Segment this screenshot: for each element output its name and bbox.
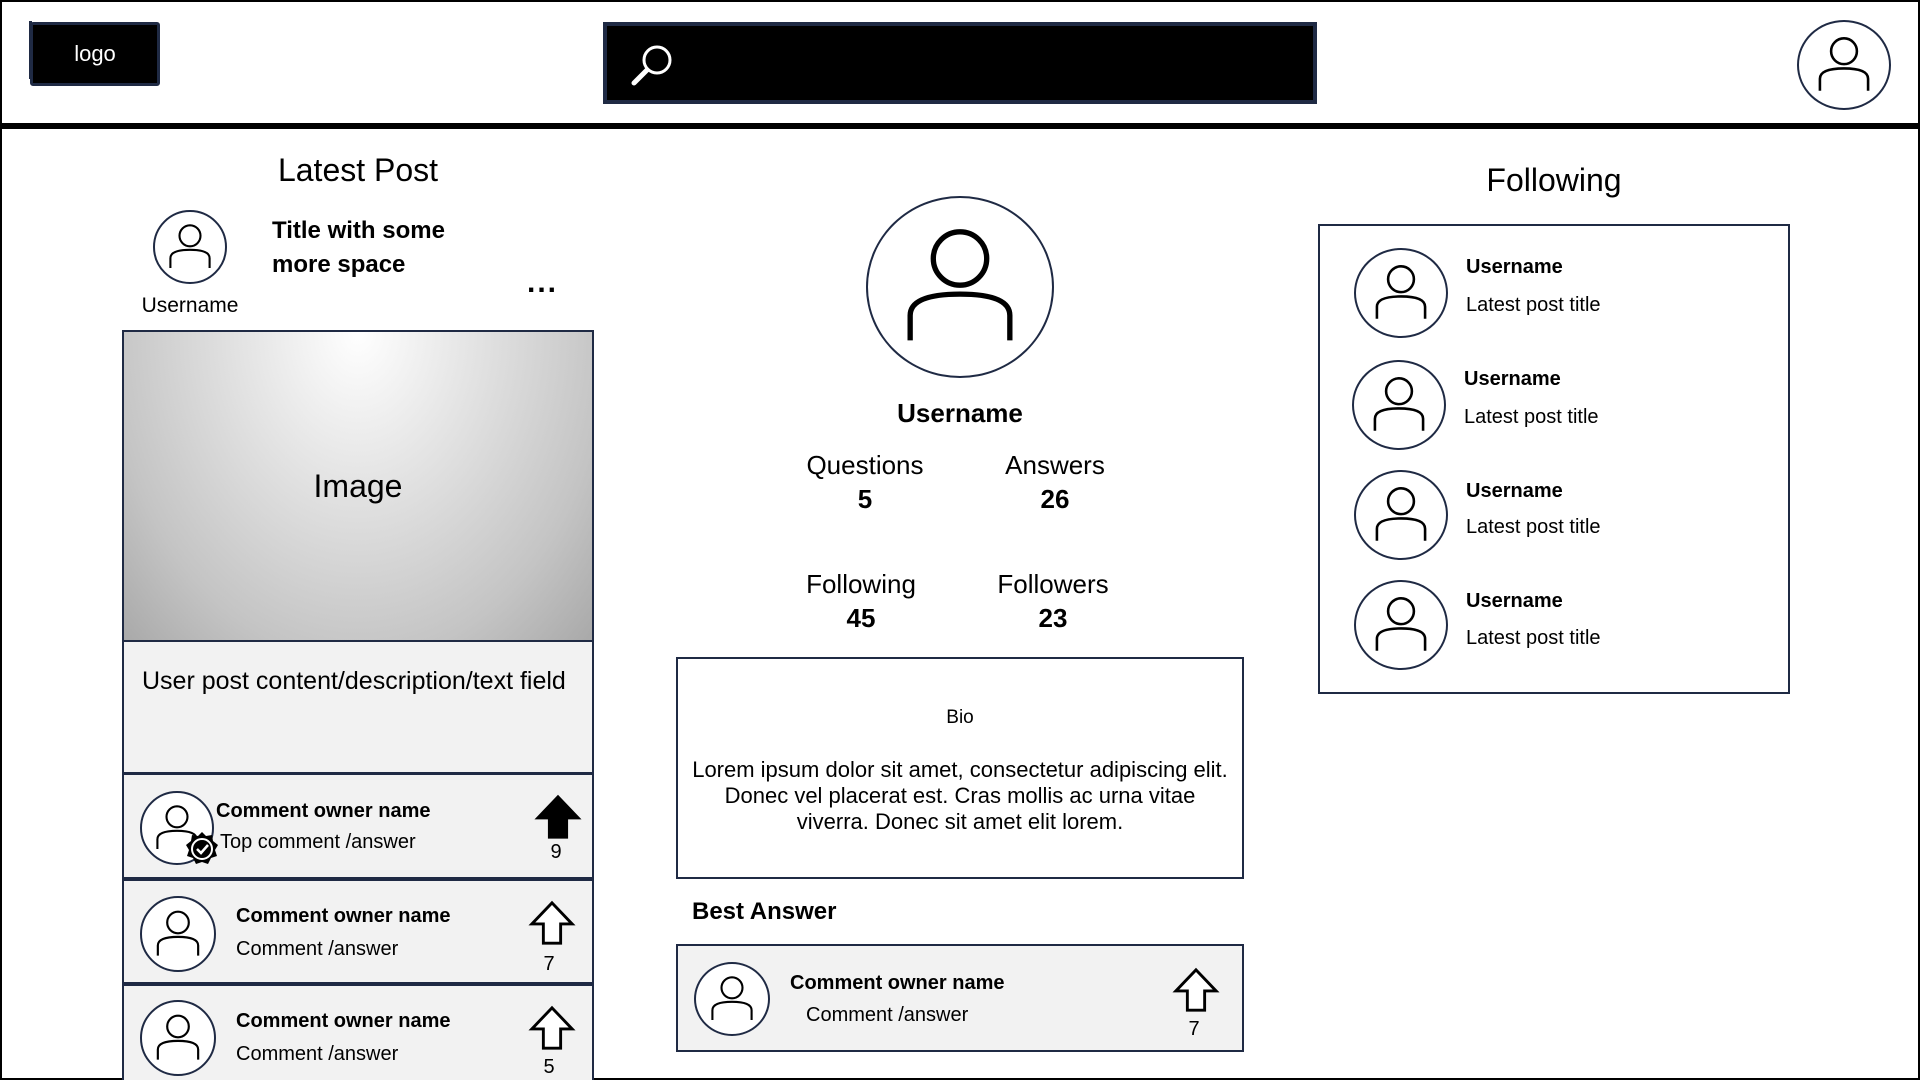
person-icon (696, 964, 768, 1034)
upvote-icon[interactable] (528, 1004, 576, 1052)
stat-value: 5 (857, 484, 873, 514)
header-divider (0, 123, 1920, 129)
best-answer-label: Best Answer (692, 898, 837, 925)
person-icon (868, 198, 1052, 376)
stat-value: 26 (1040, 484, 1070, 514)
vote-count: 5 (543, 1056, 555, 1078)
following-username[interactable]: Username (1466, 480, 1563, 503)
stat-label: Questions (806, 450, 924, 480)
bio-label: Bio (946, 707, 974, 728)
person-icon (1356, 250, 1446, 336)
following-avatar (1354, 470, 1448, 560)
vote-count: 7 (1188, 1018, 1200, 1040)
following-username[interactable]: Username (1464, 368, 1561, 391)
following-username[interactable]: Username (1466, 256, 1563, 279)
person-icon (1356, 582, 1446, 668)
stat-label: Followers (997, 569, 1109, 599)
vote-count: 9 (550, 841, 562, 863)
person-icon (1354, 362, 1444, 448)
person-icon (1356, 472, 1446, 558)
logo-label: logo (74, 41, 116, 66)
best-answer-comment[interactable]: Comment owner name Comment /answer 7 (676, 944, 1244, 1052)
person-icon (1799, 22, 1889, 108)
comment-owner-name[interactable]: Comment owner name (236, 1010, 450, 1033)
comment-avatar (694, 962, 770, 1036)
upvote-filled-icon[interactable] (534, 793, 582, 841)
stat-questions[interactable]: Questions 5 (780, 448, 950, 516)
latest-post-title: Latest Post (277, 152, 439, 188)
following-avatar (1352, 360, 1446, 450)
top-comment[interactable]: Comment owner name Top comment /answer 9 (122, 773, 594, 879)
stat-label: Answers (1005, 450, 1105, 480)
verified-badge-icon (186, 832, 218, 864)
following-latest-post[interactable]: Latest post title (1464, 406, 1599, 429)
following-avatar (1354, 580, 1448, 670)
logo[interactable]: logo (29, 21, 160, 86)
upvote-icon[interactable] (1172, 966, 1220, 1014)
comment-text: Top comment /answer (220, 831, 416, 853)
person-icon (155, 212, 225, 282)
person-icon (142, 898, 214, 970)
profile-avatar[interactable] (866, 196, 1054, 378)
post-image-label: Image (313, 467, 403, 504)
person-icon (142, 1002, 214, 1074)
comment-owner-name[interactable]: Comment owner name (216, 800, 430, 823)
upvote-icon[interactable] (528, 899, 576, 947)
following-title: Following (1486, 162, 1622, 198)
following-avatar (1354, 248, 1448, 338)
vote-count: 7 (543, 953, 555, 975)
post-author-avatar[interactable] (153, 210, 227, 284)
post-menu-button[interactable]: ... (527, 266, 558, 300)
user-avatar-icon[interactable] (1797, 20, 1891, 110)
comment-text: Comment /answer (806, 1004, 969, 1026)
post-author-name[interactable]: Username (130, 294, 250, 318)
stat-label: Following (806, 569, 916, 599)
comment-avatar (140, 1000, 216, 1076)
stat-followers[interactable]: Followers 23 (968, 567, 1138, 635)
comment-avatar (140, 896, 216, 972)
search-icon (631, 45, 672, 86)
post-content: User post content/description/text field (122, 642, 594, 774)
following-latest-post[interactable]: Latest post title (1466, 627, 1601, 650)
bio-panel: Bio Lorem ipsum dolor sit amet, consecte… (676, 657, 1244, 879)
following-list: Username Latest post title Username Late… (1318, 224, 1790, 694)
following-latest-post[interactable]: Latest post title (1466, 294, 1601, 317)
comment-owner-name[interactable]: Comment owner name (236, 905, 450, 928)
stat-value: 45 (846, 603, 876, 633)
comment-owner-name[interactable]: Comment owner name (790, 972, 1004, 995)
post-image: Image (122, 330, 594, 642)
comment-item[interactable]: Comment owner name Comment /answer 7 (122, 879, 594, 984)
stat-value: 23 (1038, 603, 1068, 633)
stat-answers[interactable]: Answers 26 (970, 448, 1140, 516)
search-bar[interactable] (603, 22, 1317, 104)
following-latest-post[interactable]: Latest post title (1466, 516, 1601, 539)
bio-text: Lorem ipsum dolor sit amet, consectetur … (692, 757, 1228, 834)
comment-text: Comment /answer (236, 938, 399, 960)
profile-username: Username (897, 398, 1023, 428)
comment-text: Comment /answer (236, 1043, 399, 1065)
stat-following[interactable]: Following 45 (776, 567, 946, 635)
comment-item[interactable]: Comment owner name Comment /answer 5 (122, 984, 594, 1080)
post-title[interactable]: Title with some more space (272, 214, 492, 282)
following-username[interactable]: Username (1466, 590, 1563, 613)
